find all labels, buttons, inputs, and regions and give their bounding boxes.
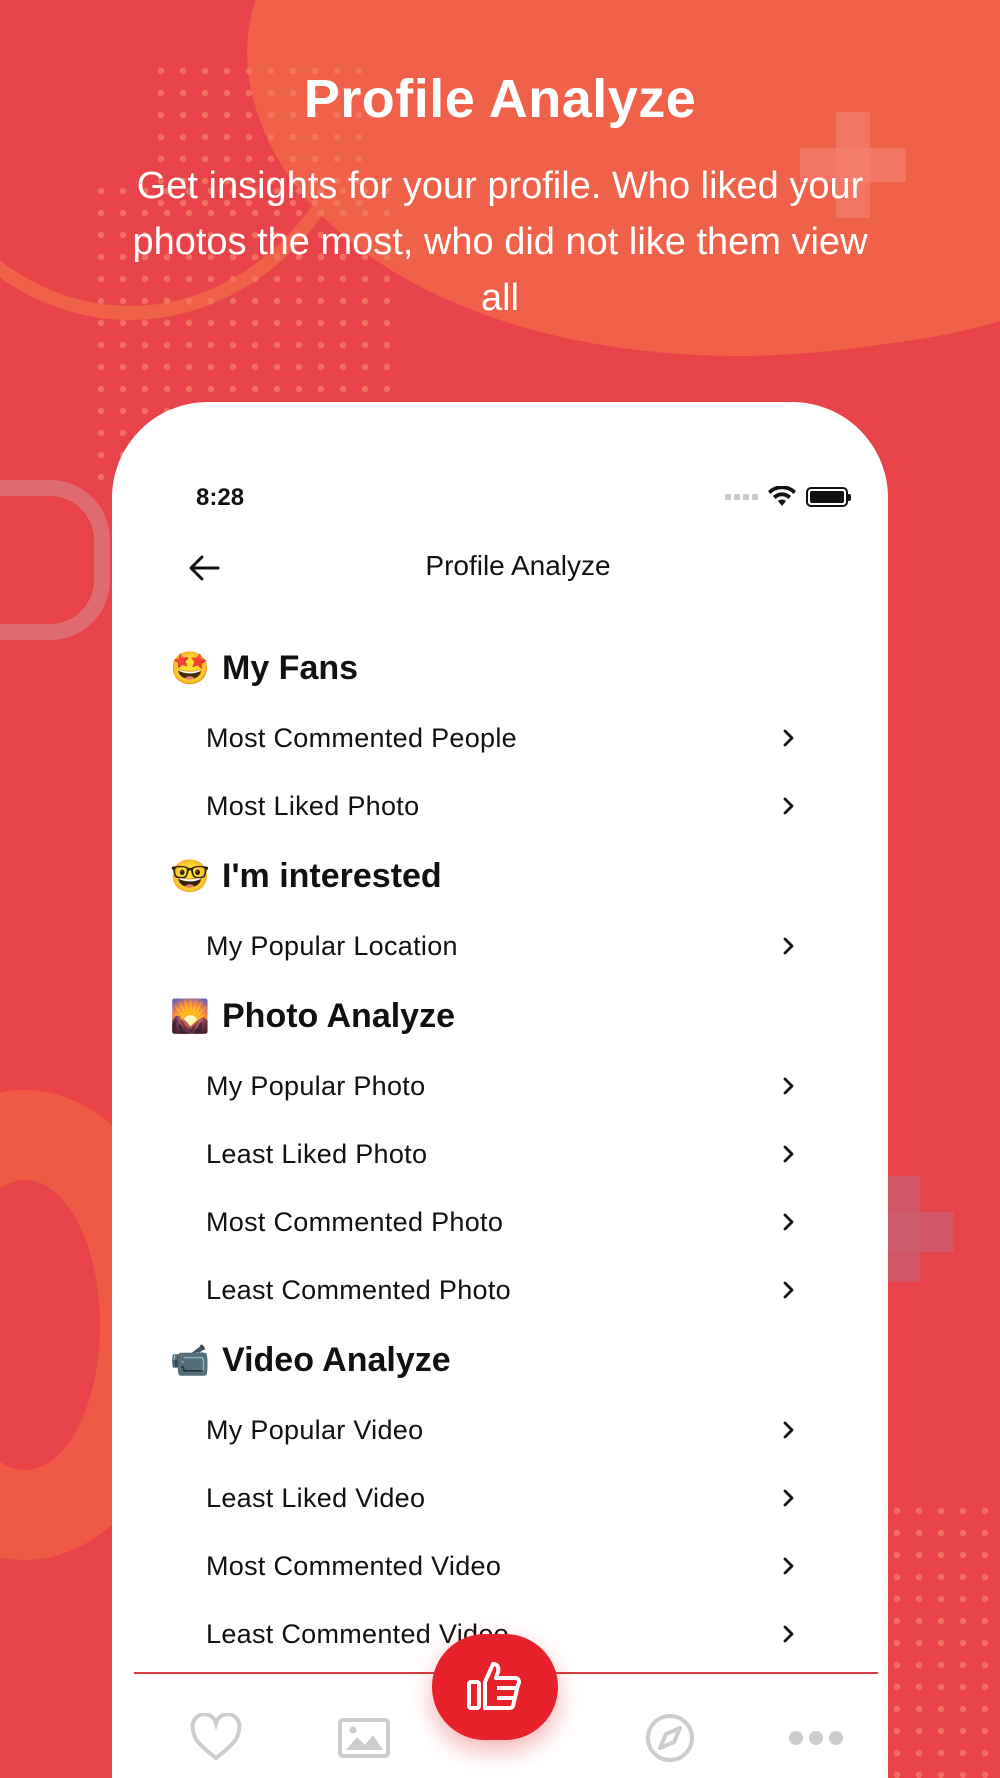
status-icons <box>725 486 851 508</box>
section-title: Video Analyze <box>222 1340 451 1379</box>
status-time: 8:28 <box>196 484 245 511</box>
menu-item[interactable]: Most Commented Photo <box>112 1188 888 1256</box>
wifi-icon <box>768 486 796 506</box>
navbar: Profile Analyze <box>112 532 888 602</box>
menu-item[interactable]: Most Commented Video <box>112 1532 888 1600</box>
section-header: 🌄 Photo Analyze <box>112 980 888 1052</box>
menu-item[interactable]: Least Liked Video <box>112 1464 888 1532</box>
section-title: My Fans <box>222 648 359 687</box>
chevron-right-icon <box>783 1489 794 1507</box>
bottom-tab-bar <box>112 1634 888 1778</box>
section-emoji-icon: 🤩 <box>170 650 210 686</box>
section-header: 🤓 I'm interested <box>112 840 888 912</box>
section-emoji-icon: 📹 <box>170 1342 210 1378</box>
menu-item-label: Least Liked Video <box>206 1482 426 1513</box>
chevron-right-icon <box>783 1145 794 1163</box>
chevron-right-icon <box>783 937 794 955</box>
chevron-right-icon <box>783 797 794 815</box>
menu-item[interactable]: Least Commented Photo <box>112 1256 888 1324</box>
menu-item[interactable]: My Popular Video <box>112 1396 888 1464</box>
menu-item-label: Most Commented People <box>206 722 517 753</box>
heart-icon[interactable] <box>188 1710 244 1766</box>
section-title: I'm interested <box>222 856 442 895</box>
section-title: Photo Analyze <box>222 996 455 1035</box>
more-icon[interactable] <box>786 1710 846 1766</box>
chevron-right-icon <box>783 1077 794 1095</box>
chevron-right-icon <box>783 729 794 747</box>
chevron-right-icon <box>783 1421 794 1439</box>
page-title: Profile Analyze <box>425 550 611 581</box>
hero-title: Profile Analyze <box>303 69 697 129</box>
menu-item[interactable]: Most Liked Photo <box>112 772 888 840</box>
analyze-menu: 🤩 My Fans Most Commented People Most Liked … <box>112 632 888 1668</box>
section-header: 📹 Video Analyze <box>112 1324 888 1396</box>
menu-item-label: Most Commented Photo <box>206 1206 504 1237</box>
section-header: 🤩 My Fans <box>112 632 888 704</box>
chevron-right-icon <box>783 1557 794 1575</box>
hero-subtitle: Get insights for your profile. Who liked… <box>132 165 868 319</box>
bg-squiggle <box>0 480 110 640</box>
menu-item-label: Least Liked Photo <box>206 1138 428 1169</box>
menu-item[interactable]: Most Commented People <box>112 704 888 772</box>
chevron-right-icon <box>783 1281 794 1299</box>
chevron-right-icon <box>783 1625 794 1643</box>
section-emoji-icon: 🤓 <box>170 858 210 894</box>
image-icon[interactable] <box>336 1710 392 1766</box>
menu-item[interactable]: My Popular Photo <box>112 1052 888 1120</box>
phone-screen: 8:28 Profile Analyze 🤩 My Fans Most Commen… <box>112 402 888 1778</box>
menu-item-label: My Popular Photo <box>206 1070 426 1101</box>
menu-item-label: Least Commented Photo <box>206 1274 511 1305</box>
thumbs-up-icon[interactable] <box>432 1634 558 1740</box>
section-emoji-icon: 🌄 <box>170 998 210 1034</box>
menu-item-label: My Popular Location <box>206 930 458 961</box>
compass-icon[interactable] <box>642 1710 698 1766</box>
menu-item[interactable]: My Popular Location <box>112 912 888 980</box>
chevron-right-icon <box>783 1213 794 1231</box>
menu-item-label: Most Liked Photo <box>206 790 420 821</box>
menu-item-label: My Popular Video <box>206 1414 424 1445</box>
menu-item-label: Most Commented Video <box>206 1550 502 1581</box>
menu-item[interactable]: Least Liked Photo <box>112 1120 888 1188</box>
battery-icon <box>806 487 851 507</box>
signal-icon <box>725 494 758 500</box>
